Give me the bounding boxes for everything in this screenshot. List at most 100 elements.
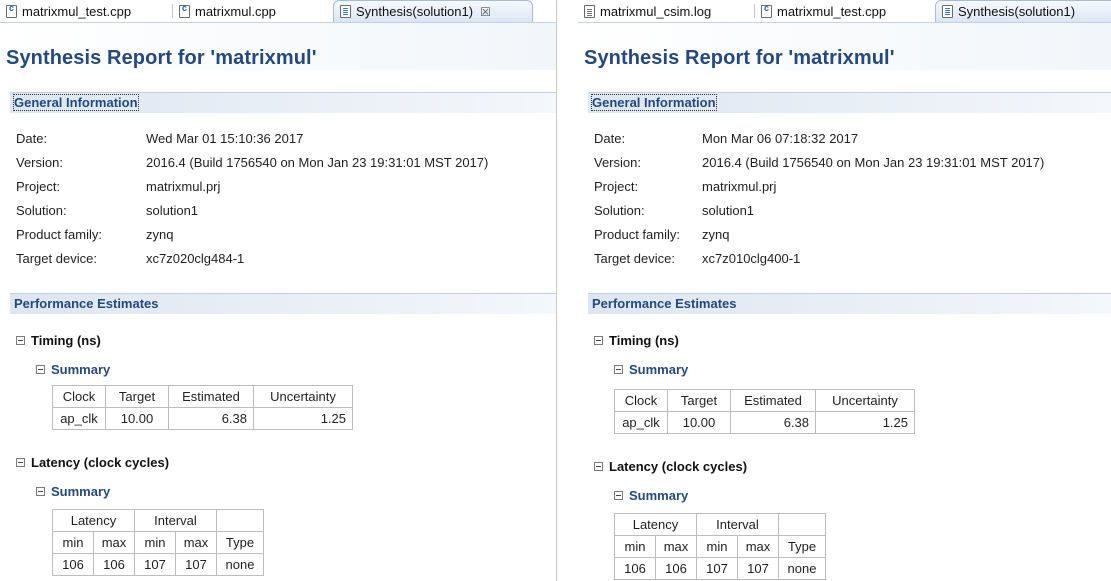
latency-summary-toggle[interactable]: Summary (614, 488, 688, 503)
table-header-cell: Latency (52, 509, 135, 532)
table-header-cell: min (52, 531, 94, 554)
section-label: Performance Estimates (14, 296, 159, 311)
timing-summary-toggle[interactable]: Summary (36, 362, 110, 377)
tab-synthesis-solution1[interactable]: Synthesis(solution1) ☒ (333, 0, 533, 22)
table-cell: 10.00 (667, 411, 731, 434)
tab-label: matrixmul.cpp (195, 3, 276, 19)
tab-synthesis-solution1[interactable]: Synthesis(solution1) (935, 0, 1111, 22)
table-cell: 106 (52, 553, 94, 576)
report-icon (942, 5, 953, 18)
latency-toggle[interactable]: Latency (clock cycles) (594, 459, 747, 474)
table-cell: 6.38 (168, 407, 254, 430)
info-value: zynq (146, 227, 174, 242)
tab-matrixmul-csim-log[interactable]: matrixmul_csim.log (578, 0, 754, 22)
info-value: Mon Mar 06 07:18:32 2017 (702, 131, 859, 146)
collapse-icon[interactable] (36, 487, 45, 496)
section-label: General Information (13, 94, 139, 111)
latency-summary-toggle[interactable]: Summary (36, 484, 110, 499)
table-cell: 10.00 (105, 407, 169, 430)
timing-summary-table: Clock Target Estimated Uncertainty ap_cl… (52, 385, 353, 430)
info-value: xc7z020clg484-1 (146, 251, 245, 266)
table-header-cell: max (175, 531, 217, 554)
table-cell: 107 (134, 553, 176, 576)
report-icon (340, 5, 351, 18)
collapse-icon[interactable] (16, 458, 25, 467)
info-value: 2016.4 (Build 1756540 on Mon Jan 23 19:3… (146, 155, 489, 170)
table-cell: 106 (614, 557, 656, 580)
report-title-band: Synthesis Report for 'matrixmul' (0, 22, 556, 70)
tab-matrixmul-cpp[interactable]: matrixmul.cpp (173, 0, 333, 22)
general-information-header[interactable]: General Information (588, 92, 1111, 113)
collapse-icon[interactable] (594, 336, 603, 345)
cpp-file-icon (6, 3, 17, 18)
tab-label: matrixmul_test.cpp (777, 3, 887, 19)
table-cell: 107 (696, 557, 738, 580)
table-header-cell: Target (667, 389, 731, 412)
report-title-band: Synthesis Report for 'matrixmul' (578, 22, 1111, 70)
tab-label: matrixmul_test.cpp (22, 3, 132, 19)
collapse-icon[interactable] (614, 365, 623, 374)
info-value: 2016.4 (Build 1756540 on Mon Jan 23 19:3… (702, 155, 1045, 170)
table-header-cell: Uncertainty (815, 389, 915, 412)
table-row: ap_clk 10.00 6.38 1.25 (52, 407, 353, 430)
info-key: Project: (16, 179, 61, 194)
performance-estimates-header[interactable]: Performance Estimates (10, 293, 556, 314)
info-key: Target device: (594, 251, 675, 266)
table-row: 106 106 107 107 none (52, 553, 264, 576)
tree-label: Summary (51, 484, 111, 499)
table-header-cell: Latency (614, 513, 697, 536)
timing-summary-table: Clock Target Estimated Uncertainty ap_cl… (614, 389, 915, 434)
report-title: Synthesis Report for 'matrixmul' (6, 47, 317, 69)
table-header-cell: max (737, 535, 779, 558)
table-header-cell: Target (105, 385, 169, 408)
tab-matrixmul-test-cpp[interactable]: matrixmul_test.cpp (0, 0, 172, 22)
editor-tab-bar: matrixmul_csim.log matrixmul_test.cpp Sy… (578, 0, 1111, 22)
tab-label: matrixmul_csim.log (600, 3, 712, 19)
tab-matrixmul-test-cpp[interactable]: matrixmul_test.cpp (755, 0, 935, 22)
info-key: Version: (594, 155, 641, 170)
info-key: Solution: (16, 203, 67, 218)
tree-label: Latency (clock cycles) (31, 455, 170, 470)
timing-toggle[interactable]: Timing (ns) (16, 333, 101, 348)
report-title: Synthesis Report for 'matrixmul' (584, 47, 895, 69)
performance-estimates-header[interactable]: Performance Estimates (588, 293, 1111, 314)
close-icon[interactable]: ☒ (480, 5, 491, 19)
general-information-header[interactable]: General Information (10, 92, 556, 113)
table-header-cell: Interval (134, 509, 217, 532)
collapse-icon[interactable] (614, 491, 623, 500)
cpp-file-icon (179, 3, 190, 18)
table-header-cell: min (696, 535, 738, 558)
collapse-icon[interactable] (36, 365, 45, 374)
tree-label: Summary (629, 362, 689, 377)
table-group-header-row: Latency Interval (614, 513, 826, 536)
table-row: ap_clk 10.00 6.38 1.25 (614, 411, 915, 434)
table-header-cell (216, 509, 264, 532)
table-header-cell: Interval (696, 513, 779, 536)
info-key: Product family: (16, 227, 102, 242)
table-header-cell: Uncertainty (253, 385, 353, 408)
info-key: Target device: (16, 251, 97, 266)
table-header-cell: min (614, 535, 656, 558)
table-header-row: Clock Target Estimated Uncertainty (614, 389, 915, 412)
info-key: Solution: (594, 203, 645, 218)
table-cell: 1.25 (815, 411, 915, 434)
tree-label: Timing (ns) (31, 333, 101, 348)
info-value: xc7z010clg400-1 (702, 251, 801, 266)
table-header-cell (778, 513, 826, 536)
table-header-row: min max min max Type (52, 531, 264, 554)
table-header-cell: Clock (52, 385, 106, 408)
timing-toggle[interactable]: Timing (ns) (594, 333, 679, 348)
timing-summary-toggle[interactable]: Summary (614, 362, 688, 377)
info-key: Project: (594, 179, 639, 194)
info-key: Product family: (594, 227, 680, 242)
tree-label: Summary (51, 362, 111, 377)
tab-label: Synthesis(solution1) (356, 4, 474, 19)
tree-label: Timing (ns) (609, 333, 679, 348)
collapse-icon[interactable] (594, 462, 603, 471)
editor-tab-bar: matrixmul_test.cpp matrixmul.cpp Synthes… (0, 0, 556, 22)
tree-label: Summary (629, 488, 689, 503)
latency-summary-table: Latency Interval min max min max Type 10… (614, 513, 826, 580)
latency-toggle[interactable]: Latency (clock cycles) (16, 455, 169, 470)
collapse-icon[interactable] (16, 336, 25, 345)
table-cell: 107 (175, 553, 217, 576)
